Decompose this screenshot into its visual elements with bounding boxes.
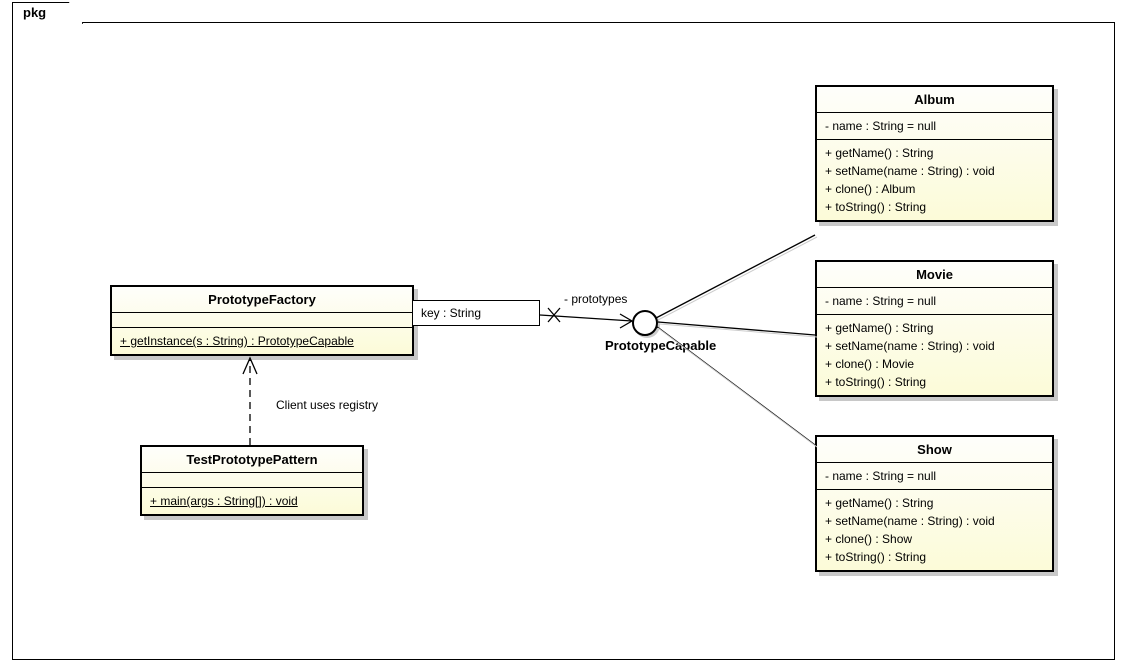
attr: - name : String = null bbox=[825, 467, 1044, 485]
qualifier-text: key : String bbox=[421, 306, 481, 320]
class-movie: Movie - name : String = null + getName()… bbox=[815, 260, 1054, 397]
qualifier-box: key : String bbox=[412, 300, 540, 326]
op: + main(args : String[]) : void bbox=[150, 492, 354, 510]
attributes-compartment: - name : String = null bbox=[817, 463, 1052, 490]
attributes-compartment: - name : String = null bbox=[817, 288, 1052, 315]
class-title: Show bbox=[817, 437, 1052, 463]
op: + getName() : String bbox=[825, 319, 1044, 337]
op: + setName(name : String) : void bbox=[825, 162, 1044, 180]
attributes-compartment bbox=[142, 473, 362, 488]
op: + setName(name : String) : void bbox=[825, 512, 1044, 530]
dependency-label: Client uses registry bbox=[276, 398, 378, 412]
op: + clone() : Album bbox=[825, 180, 1044, 198]
operations-compartment: + getName() : String + setName(name : St… bbox=[817, 490, 1052, 570]
diagram-canvas: pkg PrototypeFactory + getInstance(s : S… bbox=[0, 0, 1127, 672]
class-title: TestPrototypePattern bbox=[142, 447, 362, 473]
op: + setName(name : String) : void bbox=[825, 337, 1044, 355]
op: + getName() : String bbox=[825, 144, 1044, 162]
operations-compartment: + getInstance(s : String) : PrototypeCap… bbox=[112, 328, 412, 354]
class-prototype-factory: PrototypeFactory + getInstance(s : Strin… bbox=[110, 285, 414, 356]
package-tab: pkg bbox=[12, 2, 83, 24]
class-test-prototype-pattern: TestPrototypePattern + main(args : Strin… bbox=[140, 445, 364, 516]
role-prototypes-label: - prototypes bbox=[564, 292, 627, 306]
attributes-compartment: - name : String = null bbox=[817, 113, 1052, 140]
operations-compartment: + main(args : String[]) : void bbox=[142, 488, 362, 514]
op: + getName() : String bbox=[825, 494, 1044, 512]
op: + clone() : Movie bbox=[825, 355, 1044, 373]
operations-compartment: + getName() : String + setName(name : St… bbox=[817, 140, 1052, 220]
attr: - name : String = null bbox=[825, 117, 1044, 135]
interface-label: PrototypeCapable bbox=[605, 338, 716, 353]
attributes-compartment bbox=[112, 313, 412, 328]
operations-compartment: + getName() : String + setName(name : St… bbox=[817, 315, 1052, 395]
class-show: Show - name : String = null + getName() … bbox=[815, 435, 1054, 572]
class-title: PrototypeFactory bbox=[112, 287, 412, 313]
op: + getInstance(s : String) : PrototypeCap… bbox=[120, 332, 404, 350]
class-album: Album - name : String = null + getName()… bbox=[815, 85, 1054, 222]
op: + toString() : String bbox=[825, 198, 1044, 216]
op: + toString() : String bbox=[825, 548, 1044, 566]
class-title: Movie bbox=[817, 262, 1052, 288]
class-title: Album bbox=[817, 87, 1052, 113]
interface-lollipop-icon bbox=[632, 310, 658, 336]
op: + toString() : String bbox=[825, 373, 1044, 391]
attr: - name : String = null bbox=[825, 292, 1044, 310]
op: + clone() : Show bbox=[825, 530, 1044, 548]
